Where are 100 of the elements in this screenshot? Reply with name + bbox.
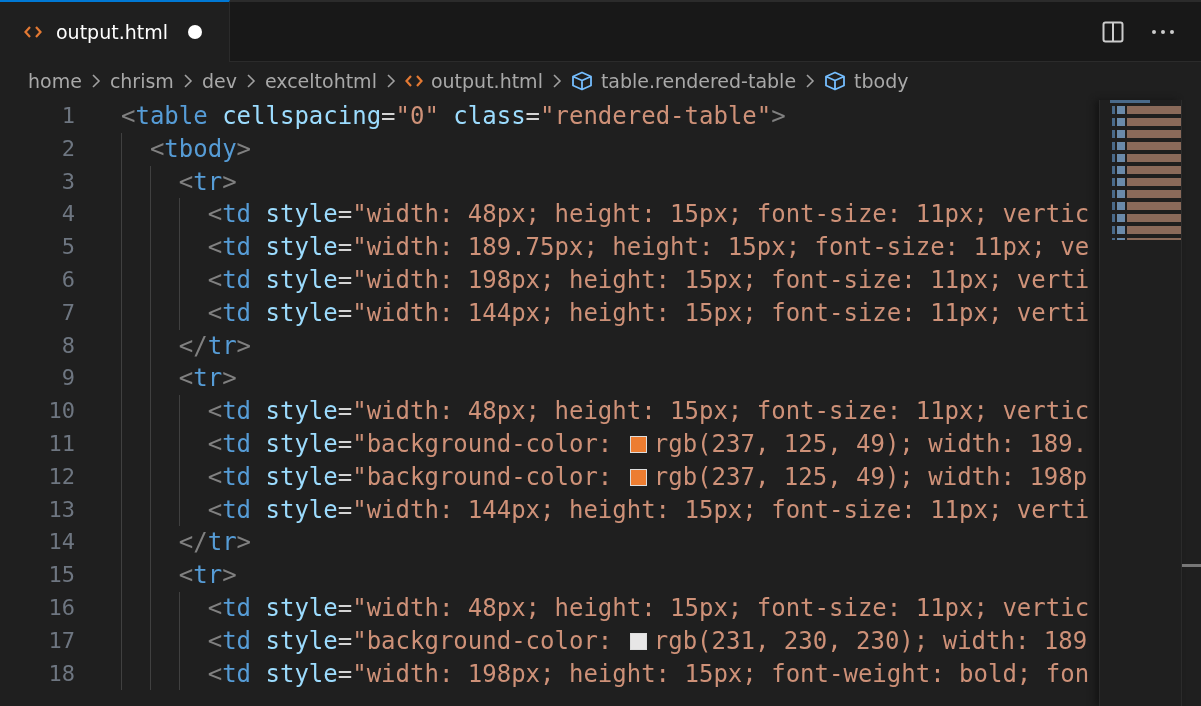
cube-icon (824, 71, 847, 91)
code-punctuation: </ (178, 330, 208, 362)
line-number: 13 (47, 495, 76, 524)
code-operator: = (337, 232, 353, 264)
line-number: 10 (47, 397, 76, 426)
code-punctuation: </ (178, 527, 208, 559)
cube-icon (570, 71, 593, 91)
line-number: 15 (47, 561, 76, 590)
color-swatch[interactable] (629, 632, 647, 650)
tag-name: td (222, 265, 252, 296)
code-operator: = (525, 101, 541, 132)
string-literal: "background-color: (352, 461, 614, 493)
attribute-name: style (264, 297, 338, 329)
chevron-icon (245, 73, 256, 89)
line-number: 14 (47, 528, 76, 557)
line-number: 12 (47, 462, 76, 491)
tag-name: tr (193, 560, 223, 592)
tag-name: td (222, 297, 252, 329)
string-literal: "rendered-table" (540, 101, 772, 132)
attribute-name: class (452, 101, 526, 132)
string-literal: "width: 198px; height: 15px; font-size: 11px; verti (352, 265, 1090, 296)
code-file-icon (24, 25, 42, 39)
breadcrumb-item[interactable]: home (28, 70, 82, 92)
tag-name: td (222, 592, 252, 624)
line-number: 17 (47, 626, 76, 655)
code-punctuation: < (178, 363, 194, 395)
line-number: 7 (60, 298, 76, 327)
chevron-icon (805, 73, 816, 89)
code-punctuation: < (207, 428, 223, 460)
tag-name: tr (193, 166, 223, 198)
line-number: 4 (60, 200, 76, 229)
code-punctuation: < (207, 461, 223, 493)
tag-name: td (222, 396, 252, 428)
string-literal: rgb(231, 230, 230); width: 189 (653, 625, 1088, 657)
attribute-name: style (264, 592, 338, 624)
attribute-name: style (264, 232, 338, 264)
tag-name: tr (207, 527, 237, 559)
breadcrumb-item[interactable]: output.html (404, 70, 543, 92)
breadcrumb-item[interactable]: tbody (824, 70, 909, 92)
color-swatch[interactable] (629, 435, 647, 453)
code-operator: = (337, 625, 353, 657)
code-punctuation: < (207, 297, 223, 329)
chevron-icon (385, 73, 396, 89)
code-punctuation: < (149, 133, 165, 165)
breadcrumb-item[interactable]: exceltohtml (264, 70, 377, 92)
split-editor-icon[interactable] (1101, 19, 1125, 44)
code-punctuation: > (222, 363, 237, 395)
string-literal: "0" (395, 101, 439, 132)
code-punctuation: < (207, 658, 223, 690)
string-literal: "background-color: (352, 428, 614, 460)
breadcrumb-item[interactable]: dev (201, 70, 237, 92)
line-number: 18 (47, 659, 76, 688)
line-number: 2 (60, 134, 76, 163)
code-operator: = (337, 199, 353, 231)
code-punctuation: < (178, 560, 194, 592)
tag-name: td (222, 658, 252, 690)
string-literal: "width: 48px; height: 15px; font-size: 11px; vertic (352, 199, 1090, 231)
code-file-icon (404, 74, 423, 88)
more-actions-icon[interactable] (1151, 28, 1175, 35)
line-number: 6 (60, 266, 76, 294)
breadcrumb-item[interactable]: table.rendered-table (570, 70, 797, 92)
code-punctuation: < (207, 494, 223, 526)
code-operator: = (337, 658, 353, 690)
code-operator: = (337, 265, 353, 296)
code-punctuation: < (207, 199, 223, 231)
tag-name: td (222, 461, 252, 493)
code-punctuation: > (236, 133, 252, 165)
line-number: 1 (60, 102, 76, 130)
code-punctuation: < (207, 265, 223, 296)
code-punctuation: < (207, 592, 223, 624)
color-swatch[interactable] (629, 468, 647, 486)
line-number: 16 (47, 593, 76, 622)
code-operator: = (337, 428, 353, 460)
code-punctuation: > (222, 560, 237, 592)
attribute-name: style (264, 461, 338, 493)
attribute-name: style (264, 199, 338, 231)
editor-tab[interactable]: output.html (0, 0, 230, 62)
attribute-name: style (264, 428, 338, 460)
code-operator: = (381, 101, 396, 132)
unsaved-dot-icon[interactable] (188, 25, 202, 39)
string-literal: "width: 48px; height: 15px; font-size: 11px; vertic (352, 592, 1090, 624)
breadcrumb-item[interactable]: chrism (109, 70, 174, 92)
line-number: 5 (60, 233, 76, 262)
chevron-icon (182, 73, 193, 89)
string-literal: "width: 144px; height: 15px; font-size: 11px; verti (352, 297, 1090, 329)
code-punctuation: < (207, 232, 223, 264)
attribute-name: style (264, 625, 338, 657)
code-punctuation: > (771, 101, 786, 132)
code-operator: = (337, 396, 353, 428)
code-punctuation: < (121, 101, 136, 132)
tag-name: tr (207, 330, 237, 362)
tag-name: td (222, 199, 252, 231)
line-number: 3 (60, 167, 76, 196)
tag-name: td (222, 232, 252, 264)
string-literal: rgb(237, 125, 49); width: 189. (653, 428, 1088, 460)
tag-name: td (222, 428, 252, 460)
code-punctuation: > (236, 330, 252, 362)
tag-name: tbody (164, 133, 237, 165)
code-operator: = (337, 494, 353, 526)
chevron-icon (90, 73, 101, 89)
